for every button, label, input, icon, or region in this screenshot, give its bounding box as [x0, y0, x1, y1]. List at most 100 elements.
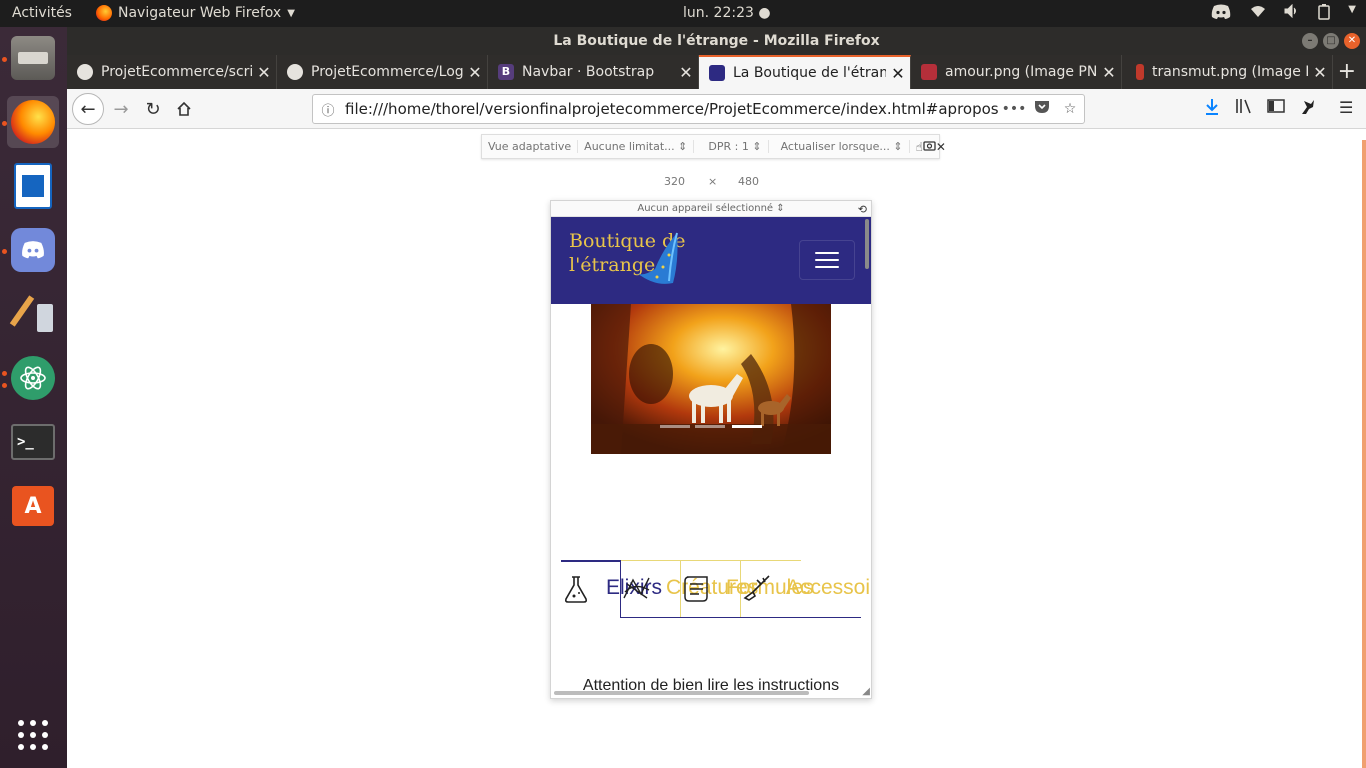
clock[interactable]: lun. 22:23 ● [683, 5, 771, 21]
carousel-indicator-1[interactable] [660, 425, 690, 428]
file-cabinet-icon [11, 36, 55, 80]
dock-show-apps[interactable] [7, 709, 59, 761]
tab-boutique-etrange[interactable]: La Boutique de l'étrang ✕ [699, 55, 911, 89]
dock-terminal[interactable]: >_ [7, 416, 59, 468]
reload-conditions-select[interactable]: Actualiser lorsque... ⇕ [769, 140, 910, 153]
arrow-left-icon: ← [80, 98, 96, 120]
screenshot-icon[interactable] [923, 140, 936, 154]
pocket-icon[interactable] [1028, 100, 1056, 118]
window-title-bar: La Boutique de l'étrange - Mozilla Firef… [67, 27, 1366, 55]
touch-simulation-icon[interactable]: ☝ [916, 140, 923, 154]
hero-carousel[interactable] [591, 304, 831, 454]
running-indicator [2, 57, 7, 62]
bootstrap-icon: B [498, 64, 514, 80]
category-accessoires[interactable]: Accessoires [786, 576, 871, 600]
resize-handle-icon[interactable]: ◢ [862, 686, 870, 697]
close-tab-icon[interactable]: ✕ [1308, 63, 1332, 82]
creature-icon [623, 577, 650, 599]
image-icon [921, 64, 937, 80]
tab-label: La Boutique de l'étrang [733, 65, 886, 81]
dock-firefox[interactable] [7, 96, 59, 148]
boutique-icon [709, 65, 725, 81]
tab-label: ProjetEcommerce/scri [101, 64, 252, 80]
forward-button[interactable]: → [107, 95, 135, 123]
window-controls: – □ ✕ [1302, 33, 1360, 49]
close-tab-icon[interactable]: ✕ [252, 63, 276, 82]
launcher-dock: >_ A [0, 27, 67, 768]
hamburger-menu-icon[interactable]: ☰ [1339, 98, 1353, 117]
clock-label: lun. 22:23 [683, 5, 754, 21]
dock-software[interactable]: A [7, 480, 59, 532]
battery-icon[interactable] [1318, 4, 1331, 24]
category-tabs: Elixirs Créatures Formules Accessoires [561, 560, 871, 620]
close-icon[interactable]: ✕ [1344, 33, 1360, 49]
sidebar-icon[interactable] [1267, 98, 1285, 118]
info-icon[interactable]: ⓘ [313, 100, 343, 119]
network-throttling-select[interactable]: Aucune limitat... ⇕ [578, 140, 695, 153]
activities-button[interactable]: Activités [12, 5, 72, 21]
device-selector[interactable]: Aucun appareil sélectionné ⇕ ⟲ [551, 201, 871, 217]
running-indicator [2, 121, 7, 126]
tab-navbar-bootstrap[interactable]: B Navbar · Bootstrap ✕ [488, 55, 699, 89]
tab-projetecommerce-scripts[interactable]: ProjetEcommerce/scri ✕ [67, 55, 277, 89]
reload-label: Actualiser lorsque... [780, 140, 890, 153]
scroll-icon [684, 576, 708, 602]
tab-amour-png[interactable]: amour.png (Image PNG ✕ [911, 55, 1122, 89]
firefox-icon [96, 5, 112, 21]
minimize-icon[interactable]: – [1302, 33, 1318, 49]
responsive-mode-label: Vue adaptative [482, 140, 579, 153]
github-icon [287, 64, 303, 80]
close-tab-icon[interactable]: ✕ [886, 64, 910, 83]
close-responsive-mode-icon[interactable]: ✕ [936, 140, 946, 154]
navbar-toggler-button[interactable] [799, 240, 855, 280]
bookmark-star-icon[interactable]: ☆ [1056, 101, 1084, 117]
extension-icon[interactable] [1299, 98, 1317, 120]
dock-files[interactable] [7, 32, 59, 84]
viewport-width[interactable]: 320 [664, 175, 685, 188]
tab-label: amour.png (Image PNG [945, 64, 1097, 80]
reload-button[interactable]: ↻ [139, 95, 167, 123]
home-icon [177, 101, 191, 116]
dock-discord[interactable] [7, 224, 59, 276]
maximize-icon[interactable]: □ [1323, 33, 1339, 49]
new-tab-button[interactable]: + [1338, 59, 1356, 84]
carousel-indicator-3-active[interactable] [732, 425, 762, 428]
volume-icon[interactable] [1284, 3, 1300, 24]
close-tab-icon[interactable]: ✕ [674, 63, 698, 82]
running-indicator [2, 371, 7, 376]
discord-tray-icon[interactable] [1210, 4, 1232, 24]
url-text: file:///home/thorel/versionfinalprojetec… [345, 100, 999, 118]
wifi-icon[interactable] [1250, 4, 1266, 24]
close-tab-icon[interactable]: ✕ [463, 63, 487, 82]
rotate-device-icon[interactable]: ⟲ [858, 202, 867, 217]
navigation-toolbar: ← → ↻ ⓘ file:///home/thorel/versionfinal… [67, 89, 1366, 129]
system-tray[interactable]: ▼ [1210, 3, 1356, 24]
running-indicator [2, 249, 7, 254]
chevron-down-icon[interactable]: ▼ [1348, 4, 1356, 24]
dock-gimp[interactable] [7, 288, 59, 340]
library-icon[interactable] [1235, 98, 1253, 118]
viewport-height[interactable]: 480 [738, 175, 759, 188]
home-button[interactable] [170, 95, 198, 123]
app-menu[interactable]: Navigateur Web Firefox ▼ [96, 5, 295, 21]
tab-projetecommerce-login[interactable]: ProjetEcommerce/Log ✕ [277, 55, 488, 89]
notification-dot-icon: ● [758, 5, 771, 21]
viewport-scrollbar[interactable] [865, 219, 869, 269]
dock-atom[interactable] [7, 352, 59, 404]
firefox-icon [11, 100, 55, 144]
downloads-icon[interactable] [1204, 98, 1220, 120]
page-scrollbar[interactable] [1362, 140, 1366, 768]
page-actions-button[interactable]: ••• [1000, 101, 1028, 117]
url-bar[interactable]: ⓘ file:///home/thorel/versionfinalprojet… [312, 94, 1085, 124]
reload-icon: ↻ [145, 98, 161, 120]
viewport-horizontal-scrollbar[interactable] [554, 691, 809, 695]
carousel-indicator-2[interactable] [695, 425, 725, 428]
responsive-viewport: Aucun appareil sélectionné ⇕ ⟲ Boutique … [550, 200, 872, 699]
close-tab-icon[interactable]: ✕ [1097, 63, 1121, 82]
back-button[interactable]: ← [72, 93, 104, 125]
discord-icon [11, 228, 55, 272]
dock-writer[interactable] [7, 160, 59, 212]
dpr-select[interactable]: DPR : 1 ⇕ [694, 140, 769, 153]
tab-transmut-png[interactable]: transmut.png (Image P ✕ [1122, 55, 1333, 89]
device-selector-label: Aucun appareil sélectionné [637, 203, 774, 214]
